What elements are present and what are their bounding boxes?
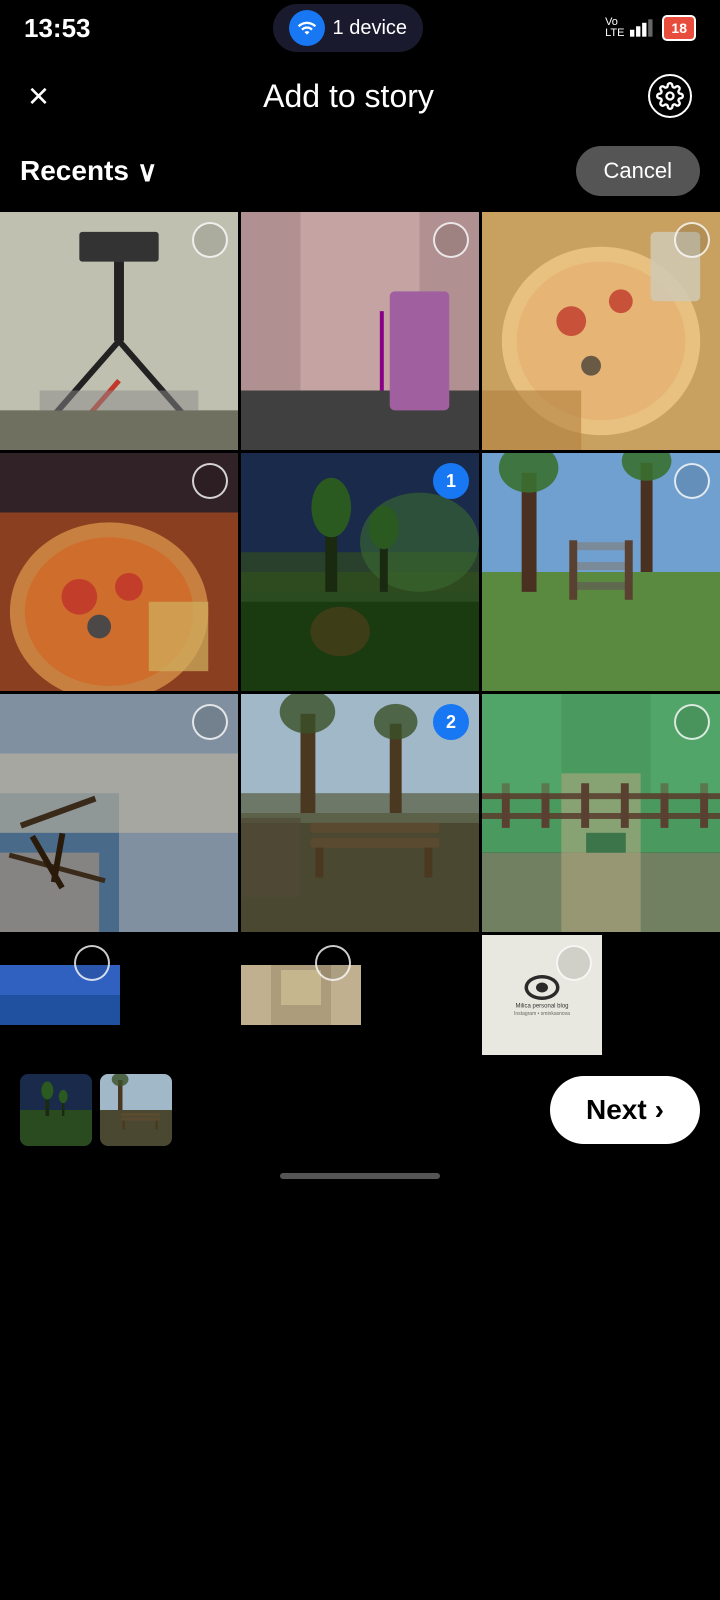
photo-cell[interactable]	[0, 694, 238, 932]
photo-cell[interactable]	[482, 694, 720, 932]
selection-circle[interactable]	[674, 463, 710, 499]
recents-chevron-icon: ∨	[137, 155, 158, 188]
next-label: Next	[586, 1094, 647, 1126]
next-button[interactable]: Next ›	[550, 1076, 700, 1144]
signal-icon	[630, 18, 656, 38]
battery-indicator: 18	[662, 15, 696, 41]
photo-cell[interactable]: 2	[241, 694, 479, 932]
selection-circle[interactable]	[674, 222, 710, 258]
photo-cell[interactable]	[0, 453, 238, 691]
thumb-landscape-image	[20, 1074, 92, 1146]
selection-circle[interactable]: 1	[433, 463, 469, 499]
bottom-bar: Next ›	[0, 1055, 720, 1165]
photo-grid: 1	[0, 212, 720, 1055]
selection-circle[interactable]	[74, 945, 110, 981]
filter-bar: Recents ∨ Cancel	[0, 136, 720, 212]
photo-cell[interactable]	[241, 212, 479, 450]
thumb-bench-image	[100, 1074, 172, 1146]
svg-text:Milica personal blog: Milica personal blog	[515, 1004, 568, 1010]
selection-circle[interactable]	[674, 704, 710, 740]
volte-label: Vo LTE	[605, 17, 624, 39]
recents-label: Recents	[20, 155, 129, 187]
status-center: 1 device	[273, 4, 424, 52]
selection-circle[interactable]	[433, 222, 469, 258]
page-title: Add to story	[263, 78, 434, 115]
photo-cell[interactable]	[0, 212, 238, 450]
selection-circle[interactable]	[192, 704, 228, 740]
photo-cell[interactable]	[482, 453, 720, 691]
selection-circle[interactable]	[315, 945, 351, 981]
home-indicator	[280, 1173, 440, 1179]
selected-thumbnails	[20, 1074, 172, 1146]
status-bar: 13:53 1 device Vo LTE 18	[0, 0, 720, 56]
settings-button[interactable]	[648, 74, 692, 118]
next-chevron-icon: ›	[655, 1094, 664, 1126]
status-right: Vo LTE 18	[605, 15, 696, 41]
thumbnail-landscape[interactable]	[20, 1074, 92, 1146]
device-count-label: 1 device	[333, 17, 408, 40]
selection-circle[interactable]: 2	[433, 704, 469, 740]
status-time: 13:53	[24, 13, 91, 44]
wifi-icon	[289, 10, 325, 46]
selection-circle[interactable]	[192, 222, 228, 258]
photo-cell[interactable]	[0, 935, 120, 1055]
thumbnail-bench[interactable]	[100, 1074, 172, 1146]
svg-text:Instagram • sminkasnova: Instagram • sminkasnova	[514, 1011, 570, 1017]
selection-circle[interactable]	[556, 945, 592, 981]
photo-cell[interactable]: 1	[241, 453, 479, 691]
top-nav: × Add to story	[0, 56, 720, 136]
close-button[interactable]: ×	[28, 78, 49, 114]
photo-cell[interactable]	[241, 935, 361, 1055]
photo-cell[interactable]	[482, 212, 720, 450]
cancel-button[interactable]: Cancel	[576, 146, 700, 196]
recents-dropdown-button[interactable]: Recents ∨	[20, 155, 157, 188]
selection-circle[interactable]	[192, 463, 228, 499]
photo-cell[interactable]: Milica personal blog Instagram • sminkas…	[482, 935, 602, 1055]
